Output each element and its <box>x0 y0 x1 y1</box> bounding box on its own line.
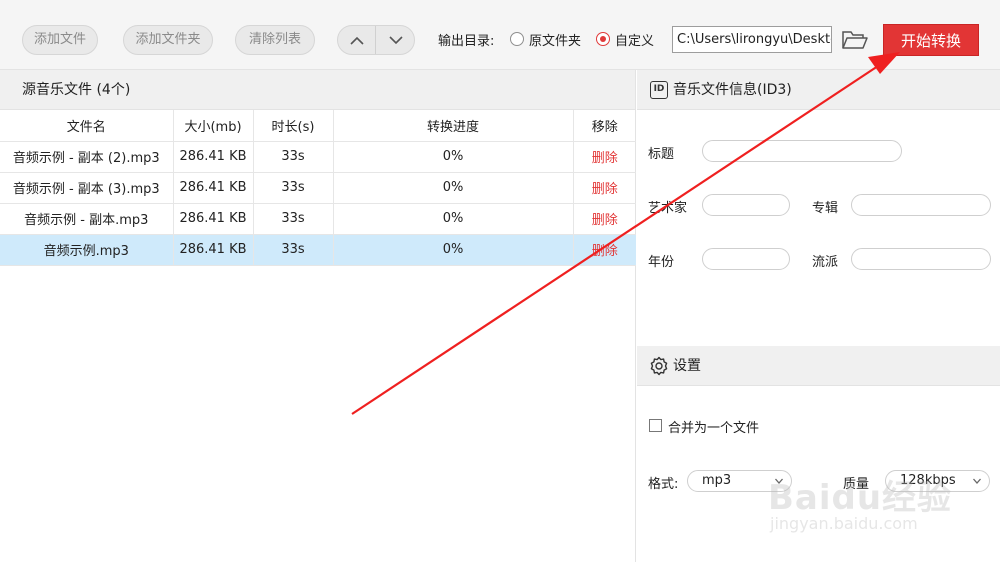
genre-field[interactable] <box>851 248 991 270</box>
id-icon: ID <box>650 81 668 99</box>
delete-link[interactable]: 删除 <box>573 172 636 204</box>
gear-icon <box>650 356 668 376</box>
file-list-header: 源音乐文件 (4个) <box>0 70 635 110</box>
radio-custom-label[interactable]: 自定义 <box>615 30 654 49</box>
year-label: 年份 <box>648 255 675 270</box>
format-select[interactable]: mp3 <box>687 470 792 492</box>
folder-open-icon[interactable] <box>842 30 868 50</box>
toolbar: 添加文件 添加文件夹 清除列表 输出目录: 原文件夹 自定义 C:\Users\… <box>0 0 1000 70</box>
column-header-duration[interactable]: 时长(s) <box>253 110 334 142</box>
file-table: 文件名 大小(mb) 时长(s) 转换进度 移除 音频示例 - 副本 (2).m… <box>0 110 636 266</box>
file-progress-cell: 0% <box>333 141 574 173</box>
output-path-field[interactable]: C:\Users\lirongyu\Desktop <box>672 26 832 53</box>
table-row-selected[interactable]: 音频示例.mp3 286.41 KB 33s 0% 删除 <box>0 234 636 266</box>
table-header-row: 文件名 大小(mb) 时长(s) 转换进度 移除 <box>0 110 636 142</box>
merge-label[interactable]: 合并为一个文件 <box>668 417 759 436</box>
album-field[interactable] <box>851 194 991 216</box>
move-up-button[interactable] <box>338 26 376 54</box>
format-value: mp3 <box>702 473 732 488</box>
quality-label: 质量 <box>843 477 870 492</box>
genre-label: 流派 <box>812 255 839 270</box>
file-duration-cell: 33s <box>253 141 334 173</box>
file-size-cell: 286.41 KB <box>173 172 254 204</box>
quality-select[interactable]: 128kbps <box>885 470 990 492</box>
file-duration-cell: 33s <box>253 203 334 235</box>
file-size-cell: 286.41 KB <box>173 141 254 173</box>
clear-list-button[interactable]: 清除列表 <box>235 25 315 55</box>
id3-section-header: ID 音乐文件信息(ID3) <box>637 70 1000 110</box>
title-field[interactable] <box>702 140 902 162</box>
file-progress-cell: 0% <box>333 172 574 204</box>
format-label: 格式: <box>648 477 679 492</box>
table-row[interactable]: 音频示例 - 副本.mp3 286.41 KB 33s 0% 删除 <box>0 203 636 235</box>
info-panel: ID 音乐文件信息(ID3) 标题 艺术家 专辑 年份 流派 设置 合并为一个文… <box>637 70 1000 562</box>
file-progress-cell: 0% <box>333 234 574 266</box>
file-name-cell: 音频示例 - 副本 (3).mp3 <box>0 172 174 204</box>
add-file-button[interactable]: 添加文件 <box>22 25 98 55</box>
chevron-down-icon <box>775 478 783 484</box>
delete-link[interactable]: 删除 <box>573 234 636 266</box>
column-header-remove: 移除 <box>573 110 636 142</box>
file-duration-cell: 33s <box>253 234 334 266</box>
file-duration-cell: 33s <box>253 172 334 204</box>
column-header-name[interactable]: 文件名 <box>0 110 174 142</box>
file-name-cell: 音频示例.mp3 <box>0 234 174 266</box>
output-dir-label: 输出目录: <box>438 34 495 49</box>
settings-section-header: 设置 <box>637 346 1000 386</box>
column-header-size[interactable]: 大小(mb) <box>173 110 254 142</box>
radio-custom[interactable] <box>596 32 610 46</box>
artist-label: 艺术家 <box>648 201 688 216</box>
column-header-progress[interactable]: 转换进度 <box>333 110 574 142</box>
table-row[interactable]: 音频示例 - 副本 (2).mp3 286.41 KB 33s 0% 删除 <box>0 141 636 173</box>
chevron-down-icon <box>973 478 981 484</box>
start-convert-button[interactable]: 开始转换 <box>883 24 979 56</box>
artist-field[interactable] <box>702 194 790 216</box>
add-folder-button[interactable]: 添加文件夹 <box>123 25 213 55</box>
chevron-up-icon <box>349 36 364 45</box>
move-buttons <box>337 25 415 55</box>
file-name-cell: 音频示例 - 副本.mp3 <box>0 203 174 235</box>
file-size-cell: 286.41 KB <box>173 203 254 235</box>
file-progress-cell: 0% <box>333 203 574 235</box>
album-label: 专辑 <box>812 201 839 216</box>
title-label: 标题 <box>648 147 675 162</box>
quality-value: 128kbps <box>900 473 956 488</box>
year-field[interactable] <box>702 248 790 270</box>
file-name-cell: 音频示例 - 副本 (2).mp3 <box>0 141 174 173</box>
delete-link[interactable]: 删除 <box>573 141 636 173</box>
delete-link[interactable]: 删除 <box>573 203 636 235</box>
id3-section-title: 音乐文件信息(ID3) <box>673 82 792 98</box>
file-size-cell: 286.41 KB <box>173 234 254 266</box>
radio-original-folder[interactable] <box>510 32 524 46</box>
table-row[interactable]: 音频示例 - 副本 (3).mp3 286.41 KB 33s 0% 删除 <box>0 172 636 204</box>
move-down-button[interactable] <box>377 26 414 54</box>
file-list-panel: 源音乐文件 (4个) 文件名 大小(mb) 时长(s) 转换进度 移除 音频示例… <box>0 70 636 562</box>
chevron-down-icon <box>389 35 403 44</box>
settings-section-title: 设置 <box>673 358 701 374</box>
radio-original-label[interactable]: 原文件夹 <box>529 30 581 49</box>
merge-checkbox[interactable] <box>649 419 662 432</box>
